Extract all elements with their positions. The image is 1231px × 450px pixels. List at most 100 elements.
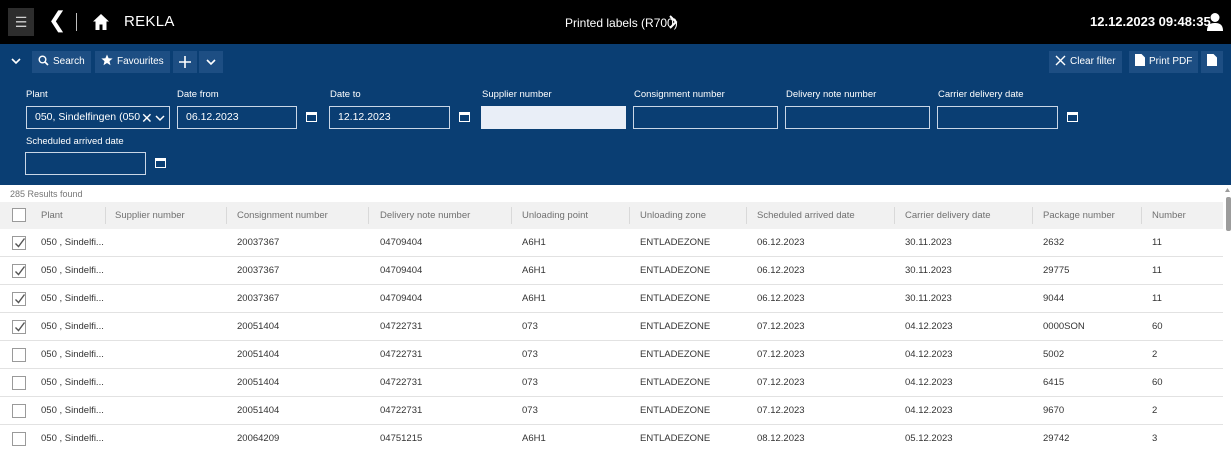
cell-delivery-note-number: 04722731 bbox=[380, 321, 423, 332]
clear-filter-button[interactable]: Clear filter bbox=[1049, 51, 1122, 73]
column-divider[interactable] bbox=[511, 207, 512, 224]
column-divider[interactable] bbox=[368, 207, 369, 224]
star-icon bbox=[101, 54, 113, 66]
table-row[interactable]: 050 , Sindelfi... 20051404 04722731 073 ENTL… bbox=[0, 313, 1223, 341]
date-from-input[interactable]: 06.12.2023 bbox=[177, 106, 297, 129]
calendar-icon bbox=[459, 112, 470, 122]
cell-number: 2 bbox=[1152, 349, 1158, 360]
supplier-number-input[interactable] bbox=[481, 106, 626, 129]
date-to-calendar-button[interactable] bbox=[454, 106, 474, 129]
column-header-carrier-delivery-date[interactable]: Carrier delivery date bbox=[905, 202, 991, 229]
cell-carrier-delivery-date: 30.11.2023 bbox=[905, 265, 952, 276]
column-header-package-number[interactable]: Package number bbox=[1043, 202, 1115, 229]
delivery-note-number-label: Delivery note number bbox=[786, 89, 877, 100]
chevron-down-icon[interactable] bbox=[10, 55, 22, 67]
column-divider[interactable] bbox=[894, 207, 895, 224]
scroll-up-icon[interactable] bbox=[1224, 186, 1231, 194]
cell-unloading-point: 073 bbox=[522, 405, 538, 416]
column-header-unloading-zone[interactable]: Unloading zone bbox=[640, 202, 706, 229]
export-button[interactable] bbox=[1201, 51, 1223, 73]
document-icon bbox=[1207, 54, 1217, 66]
clear-filter-label: Clear filter bbox=[1070, 56, 1116, 67]
row-checkbox[interactable] bbox=[12, 320, 26, 334]
delivery-note-number-input[interactable] bbox=[785, 106, 930, 129]
cell-consignment-number: 20037367 bbox=[237, 265, 280, 276]
scheduled-arrived-date-input[interactable] bbox=[25, 152, 146, 175]
cell-delivery-note-number: 04722731 bbox=[380, 349, 423, 360]
close-icon[interactable]: ✕ bbox=[141, 111, 153, 125]
carrier-delivery-date-calendar-button[interactable] bbox=[1062, 106, 1082, 129]
plant-select-value: 050, Sindelfingen (050 bbox=[35, 111, 141, 123]
calendar-icon bbox=[1067, 112, 1078, 122]
column-header-consignment-number[interactable]: Consignment number bbox=[237, 202, 328, 229]
calendar-icon bbox=[155, 158, 166, 168]
table-row[interactable]: 050 , Sindelfi... 20064209 04751215 A6H1 ENT… bbox=[0, 425, 1223, 450]
column-divider[interactable] bbox=[105, 207, 106, 224]
table-row[interactable]: 050 , Sindelfi... 20051404 04722731 073 ENTL… bbox=[0, 397, 1223, 425]
cell-delivery-note-number: 04722731 bbox=[380, 377, 423, 388]
home-icon[interactable] bbox=[92, 13, 110, 31]
row-checkbox[interactable] bbox=[12, 348, 26, 362]
cell-unloading-zone: ENTLADEZONE bbox=[640, 433, 711, 444]
chevron-right-icon[interactable] bbox=[668, 15, 678, 29]
cell-number: 3 bbox=[1152, 433, 1158, 444]
row-checkbox[interactable] bbox=[12, 432, 26, 446]
row-checkbox[interactable] bbox=[12, 404, 26, 418]
column-divider[interactable] bbox=[629, 207, 630, 224]
cell-consignment-number: 20064209 bbox=[237, 433, 280, 444]
chevron-down-icon[interactable] bbox=[155, 114, 165, 122]
consignment-number-input[interactable] bbox=[633, 106, 778, 129]
column-header-delivery-note-number[interactable]: Delivery note number bbox=[380, 202, 470, 229]
row-checkbox[interactable] bbox=[12, 236, 26, 250]
scheduled-arrived-date-calendar-button[interactable] bbox=[150, 152, 170, 175]
date-from-value: 06.12.2023 bbox=[186, 111, 239, 123]
column-divider[interactable] bbox=[1141, 207, 1142, 224]
cell-carrier-delivery-date: 04.12.2023 bbox=[905, 349, 953, 360]
cell-unloading-point: 073 bbox=[522, 321, 538, 332]
row-checkbox[interactable] bbox=[12, 264, 26, 278]
column-header-plant[interactable]: Plant bbox=[41, 202, 63, 229]
date-from-calendar-button[interactable] bbox=[301, 106, 321, 129]
user-icon[interactable] bbox=[1206, 12, 1224, 32]
row-checkbox[interactable] bbox=[12, 292, 26, 306]
cell-scheduled-arrived-date: 06.12.2023 bbox=[757, 265, 805, 276]
back-icon[interactable]: ❮ bbox=[48, 7, 66, 35]
cell-plant: 050 , Sindelfi... bbox=[41, 321, 104, 332]
table-row[interactable]: 050 , Sindelfi... 20051404 04722731 073 ENTL… bbox=[0, 341, 1223, 369]
select-all-checkbox[interactable] bbox=[12, 208, 26, 222]
table-row[interactable]: 050 , Sindelfi... 20037367 04709404 A6H1 ENT… bbox=[0, 285, 1223, 313]
current-datetime: 12.12.2023 09:48:35 bbox=[1090, 14, 1211, 29]
cell-delivery-note-number: 04722731 bbox=[380, 405, 423, 416]
carrier-delivery-date-input[interactable] bbox=[937, 106, 1058, 129]
page-title[interactable]: Printed labels (R700) bbox=[565, 15, 678, 31]
table-row[interactable]: 050 , Sindelfi... 20051404 04722731 073 ENTL… bbox=[0, 369, 1223, 397]
cell-unloading-zone: ENTLADEZONE bbox=[640, 237, 711, 248]
date-to-input[interactable]: 12.12.2023 bbox=[329, 106, 450, 129]
cell-scheduled-arrived-date: 06.12.2023 bbox=[757, 237, 805, 248]
cell-package-number: 2632 bbox=[1043, 237, 1065, 248]
row-checkbox[interactable] bbox=[12, 376, 26, 390]
column-divider[interactable] bbox=[226, 207, 227, 224]
add-dropdown-button[interactable] bbox=[199, 51, 223, 73]
cell-unloading-point: A6H1 bbox=[522, 265, 546, 276]
cell-consignment-number: 20051404 bbox=[237, 405, 280, 416]
column-header-number[interactable]: Number bbox=[1152, 202, 1186, 229]
column-header-unloading-point[interactable]: Unloading point bbox=[522, 202, 588, 229]
print-pdf-button[interactable]: Print PDF bbox=[1129, 51, 1199, 73]
app-title[interactable]: REKLA bbox=[124, 12, 175, 32]
search-button[interactable]: Search bbox=[32, 51, 91, 73]
table-row[interactable]: 050 , Sindelfi... 20037367 04709404 A6H1 ENT… bbox=[0, 229, 1223, 257]
column-divider[interactable] bbox=[1032, 207, 1033, 224]
column-divider[interactable] bbox=[746, 207, 747, 224]
close-icon bbox=[1055, 55, 1066, 66]
column-header-supplier-number[interactable]: Supplier number bbox=[115, 202, 185, 229]
print-pdf-label: Print PDF bbox=[1149, 56, 1193, 67]
favourites-button[interactable]: Favourites bbox=[95, 51, 170, 73]
menu-icon[interactable]: ☰ bbox=[8, 8, 34, 36]
table-row[interactable]: 050 , Sindelfi... 20037367 04709404 A6H1 ENT… bbox=[0, 257, 1223, 285]
add-button[interactable] bbox=[173, 51, 197, 73]
date-to-value: 12.12.2023 bbox=[338, 111, 391, 123]
column-header-scheduled-arrived-date[interactable]: Scheduled arrived date bbox=[757, 202, 855, 229]
scrollbar-thumb[interactable] bbox=[1226, 197, 1231, 231]
carrier-delivery-date-label: Carrier delivery date bbox=[938, 89, 1024, 100]
